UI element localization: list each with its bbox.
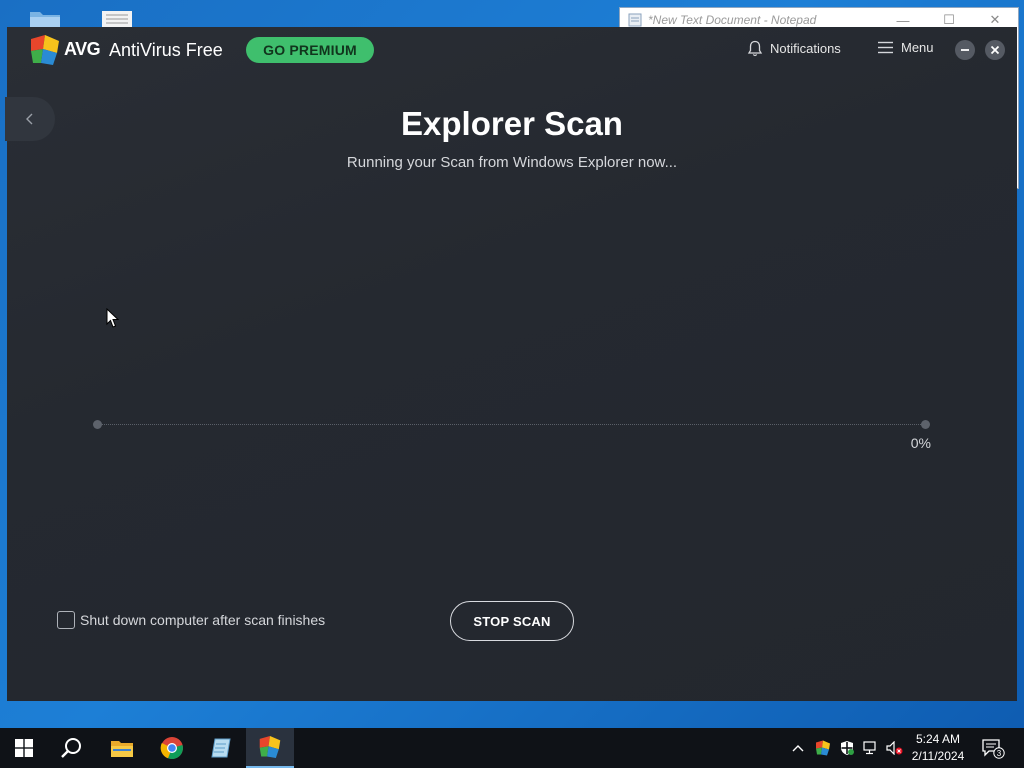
avg-header: AVG AntiVirus Free GO PREMIUM Notificati… [7, 27, 1017, 73]
network-icon[interactable] [860, 728, 882, 768]
progress-end-dot [921, 420, 930, 429]
notepad-icon [628, 13, 642, 27]
bell-icon [747, 40, 763, 57]
page-subtitle: Running your Scan from Windows Explorer … [346, 154, 678, 171]
progress-percent: 0% [910, 435, 931, 451]
notepad-title: *New Text Document - Notepad [648, 13, 817, 27]
product-name: AntiVirus Free [109, 40, 223, 60]
chrome-icon[interactable] [148, 728, 196, 768]
avg-window: AVG AntiVirus Free GO PREMIUM Notificati… [5, 27, 1017, 701]
taskbar-clock[interactable]: 5:24 AM 2/11/2024 [904, 731, 972, 765]
progress-start-dot [93, 420, 102, 429]
notifications-label: Notifications [770, 41, 841, 56]
notifications-button[interactable]: Notifications [747, 40, 841, 57]
avg-tray-icon[interactable] [812, 728, 834, 768]
hamburger-icon [878, 41, 893, 54]
taskbar: 5:24 AM 2/11/2024 3 [0, 728, 1024, 768]
avg-close-button[interactable] [985, 40, 1005, 60]
avg-minimize-button[interactable] [955, 40, 975, 60]
clock-date: 2/11/2024 [911, 749, 965, 763]
desktop-document-icon[interactable] [100, 8, 134, 28]
notepad-taskbar-icon[interactable] [197, 728, 245, 768]
mouse-cursor-icon [106, 308, 119, 328]
notification-count: 3 [997, 749, 1002, 758]
stop-scan-button[interactable]: STOP SCAN [450, 601, 574, 641]
search-icon[interactable] [48, 728, 96, 768]
shutdown-option[interactable]: Shut down computer after scan finishes [57, 611, 325, 629]
close-icon [990, 45, 1000, 55]
chevron-up-icon[interactable] [788, 728, 808, 768]
volume-muted-icon[interactable] [884, 728, 906, 768]
clock-time: 5:24 AM [915, 732, 961, 746]
start-icon[interactable] [0, 728, 48, 768]
page-title: Explorer Scan [401, 105, 623, 142]
desktop-folder-icon[interactable] [28, 8, 62, 28]
shutdown-checkbox[interactable] [57, 611, 75, 629]
shutdown-label: Shut down computer after scan finishes [80, 612, 326, 628]
menu-label: Menu [901, 40, 934, 55]
file-explorer-icon[interactable] [98, 728, 146, 768]
avg-logo-icon [31, 35, 59, 65]
go-premium-button[interactable]: GO PREMIUM [246, 37, 374, 63]
action-center-icon[interactable]: 3 [978, 728, 1008, 768]
defender-icon[interactable] [836, 728, 858, 768]
progress-track [97, 424, 927, 426]
brand-avg: AVG [64, 39, 101, 59]
minus-icon [961, 49, 969, 51]
menu-button[interactable]: Menu [878, 40, 934, 55]
avg-taskbar-icon[interactable] [246, 728, 294, 768]
